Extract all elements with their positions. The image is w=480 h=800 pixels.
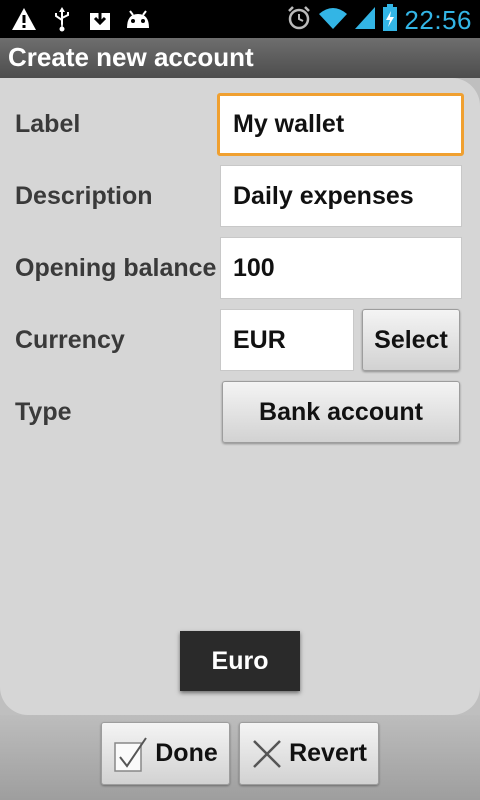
usb-icon xyxy=(48,5,76,33)
revert-button[interactable]: Revert xyxy=(239,722,379,785)
label-input[interactable]: My wallet xyxy=(217,93,464,156)
description-input[interactable]: Daily expenses xyxy=(220,165,462,227)
opening-balance-input[interactable]: 100 xyxy=(220,237,462,299)
label-caption: Label xyxy=(15,110,81,138)
opening-balance-caption: Opening balance xyxy=(15,254,217,282)
toast-message: Euro xyxy=(180,631,300,691)
warning-icon xyxy=(10,5,38,33)
checkbox-icon xyxy=(113,735,149,773)
clock: 22:56 xyxy=(404,4,472,35)
status-bar: 22:56 xyxy=(0,0,480,38)
screen: Label My wallet Description Daily expens… xyxy=(0,78,480,800)
android-icon xyxy=(124,5,152,33)
page-title: Create new account xyxy=(8,42,254,72)
download-icon xyxy=(86,5,114,33)
signal-icon xyxy=(354,6,376,34)
revert-label: Revert xyxy=(289,739,367,767)
type-caption: Type xyxy=(15,398,72,426)
alarm-icon xyxy=(286,5,312,35)
done-button[interactable]: Done xyxy=(101,722,230,785)
currency-caption: Currency xyxy=(15,326,125,354)
type-select-button[interactable]: Bank account xyxy=(222,381,460,443)
close-icon xyxy=(251,738,283,770)
wifi-icon xyxy=(318,6,348,34)
title-bar: Create new account xyxy=(0,38,480,78)
bottom-action-bar: Done Revert xyxy=(0,715,480,800)
description-caption: Description xyxy=(15,182,153,210)
battery-charging-icon xyxy=(382,4,398,36)
select-currency-button[interactable]: Select xyxy=(362,309,460,371)
currency-input[interactable]: EUR xyxy=(220,309,354,371)
done-label: Done xyxy=(155,739,218,767)
form-panel: Label My wallet Description Daily expens… xyxy=(0,78,480,715)
